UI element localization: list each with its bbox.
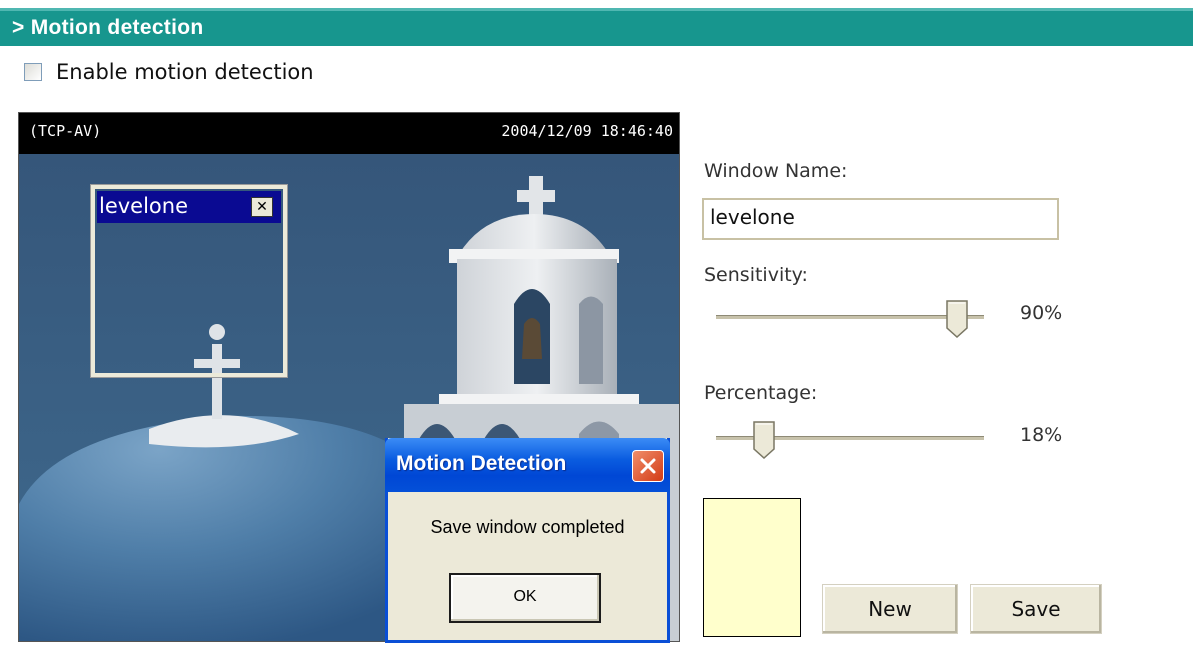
percentage-value: 18% bbox=[1020, 424, 1063, 446]
save-button[interactable]: Save bbox=[970, 584, 1102, 634]
sensitivity-thumb[interactable] bbox=[946, 300, 968, 338]
dialog-title: Motion Detection bbox=[396, 452, 567, 475]
window-color-swatch[interactable] bbox=[703, 498, 801, 637]
motion-window[interactable]: levelone ✕ bbox=[90, 184, 288, 378]
dialog-ok-button[interactable]: OK bbox=[449, 573, 601, 623]
section-header: > Motion detection bbox=[0, 8, 1193, 46]
dialog-close-icon[interactable] bbox=[632, 450, 664, 482]
dialog-message: Save window completed bbox=[430, 517, 625, 537]
enable-motion-label: Enable motion detection bbox=[56, 60, 314, 84]
sensitivity-label: Sensitivity: bbox=[704, 264, 808, 286]
motion-window-close-icon[interactable]: ✕ bbox=[251, 197, 273, 217]
dialog-titlebar: Motion Detection bbox=[385, 438, 670, 492]
stream-name: (TCP-AV) bbox=[29, 122, 102, 140]
window-name-label: Window Name: bbox=[704, 160, 848, 182]
new-button[interactable]: New bbox=[822, 584, 958, 634]
section-title: > Motion detection bbox=[12, 16, 204, 39]
motion-window-titlebar[interactable]: levelone ✕ bbox=[97, 191, 281, 223]
sensitivity-track[interactable] bbox=[716, 315, 984, 319]
motion-detection-dialog: Motion Detection Save window completed O… bbox=[385, 438, 670, 643]
percentage-label: Percentage: bbox=[704, 382, 818, 404]
motion-window-name: levelone bbox=[99, 194, 189, 218]
enable-motion-row[interactable]: Enable motion detection bbox=[24, 58, 314, 86]
video-status-bar: (TCP-AV) 2004/12/09 18:46:40 bbox=[19, 113, 679, 154]
video-timestamp: 2004/12/09 18:46:40 bbox=[501, 122, 673, 140]
enable-motion-checkbox[interactable] bbox=[24, 63, 42, 81]
window-name-input[interactable]: levelone bbox=[702, 198, 1059, 240]
percentage-thumb[interactable] bbox=[753, 421, 775, 459]
sensitivity-value: 90% bbox=[1020, 302, 1063, 324]
